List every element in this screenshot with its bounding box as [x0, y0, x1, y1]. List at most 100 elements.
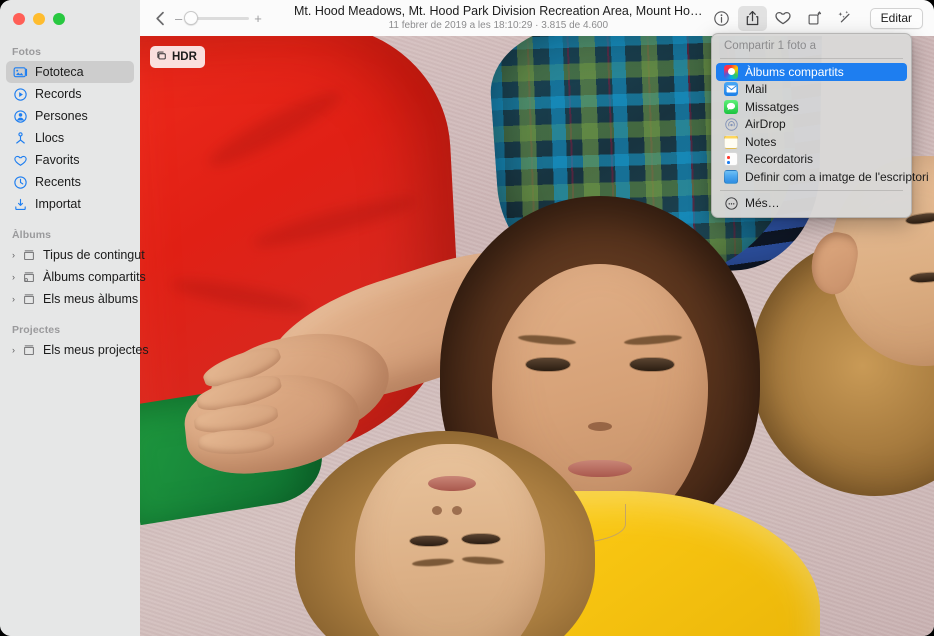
photo-eye [462, 534, 500, 544]
menu-item-label: Àlbums compartits [745, 64, 844, 79]
hdr-layers-icon [156, 50, 168, 65]
zoom-button[interactable] [53, 13, 65, 25]
info-button[interactable] [707, 6, 736, 31]
photo-eye [526, 358, 570, 371]
toolbar-left-group: – + [140, 11, 290, 26]
favorite-button[interactable] [769, 6, 798, 31]
minimize-button[interactable] [33, 13, 45, 25]
photo-nose [588, 422, 612, 431]
menu-item-airdrop[interactable]: AirDrop [716, 116, 907, 134]
menu-separator [720, 189, 903, 191]
share-menu-title: Compartir 1 foto a [724, 40, 817, 52]
sidebar-section-fotos-header: Fotos [12, 46, 42, 58]
sidebar-item-tipus-de-contingut[interactable]: › Tipus de contingut [6, 244, 145, 266]
window-traffic-lights [13, 13, 65, 25]
airdrop-icon [724, 117, 738, 131]
sidebar-item-label: Àlbums compartits [43, 270, 146, 284]
menu-item-albums-compartits[interactable]: Àlbums compartits [716, 63, 907, 81]
menu-item-label: AirDrop [745, 117, 786, 132]
sidebar-item-fototeca[interactable]: Fototeca [6, 61, 134, 83]
sidebar-section-projectes-header: Projectes [12, 324, 61, 336]
menu-item-mes[interactable]: Més… [716, 195, 907, 213]
folder-icon [20, 342, 37, 359]
toolbar-right-group: Editar [707, 5, 934, 31]
back-button[interactable] [155, 11, 166, 26]
rotate-button[interactable] [800, 6, 829, 31]
photo-nose [452, 506, 462, 515]
folder-icon [20, 247, 37, 264]
sidebar-item-label: Records [35, 87, 82, 101]
photo-eye [410, 536, 448, 546]
clock-icon [12, 174, 29, 191]
menu-item-label: Definir com a imatge de l'escriptori [745, 169, 929, 184]
hdr-badge-label: HDR [172, 51, 197, 63]
toolbar-title-block: Mt. Hood Meadows, Mt. Hood Park Division… [290, 4, 707, 32]
chevron-right-icon[interactable]: › [8, 250, 19, 260]
menu-item-mail[interactable]: Mail [716, 81, 907, 99]
menu-item-definir-imatge-escriptori[interactable]: Definir com a imatge de l'escriptori [716, 168, 929, 186]
sidebar-item-label: Els meus àlbums [43, 292, 139, 306]
sidebar-section-albums-header: Àlbums [12, 229, 52, 241]
photos-app-window: Fotos Fototeca Records Persones Llocs Fa… [0, 0, 934, 636]
photo-nose [432, 506, 442, 515]
zoom-slider[interactable]: – + [175, 11, 262, 25]
menu-item-notes[interactable]: Notes [716, 133, 907, 151]
mail-app-icon [724, 82, 738, 97]
sidebar-scroll[interactable]: Fotos Fototeca Records Persones Llocs Fa… [0, 40, 149, 636]
menu-separator [720, 58, 903, 59]
sidebar-item-llocs[interactable]: Llocs [6, 127, 134, 149]
heart-icon [12, 152, 29, 169]
sidebar-item-label: Fototeca [35, 65, 84, 79]
zoom-out-label[interactable]: – [175, 12, 182, 25]
sidebar-item-albums-compartits[interactable]: › Àlbums compartits [6, 266, 146, 288]
menu-item-label: Notes [745, 134, 777, 149]
photo-metadata-subtitle: 11 febrer de 2019 a les 18:10:29 · 3.815… [388, 20, 609, 31]
share-button[interactable] [737, 5, 767, 31]
photos-library-icon [12, 64, 29, 81]
sidebar-item-persones[interactable]: Persones [6, 105, 134, 127]
share-menu-popup[interactable]: Compartir 1 foto a Àlbums compartits Mai… [711, 33, 929, 218]
sidebar-item-els-meus-albums[interactable]: › Els meus àlbums [6, 288, 138, 310]
photos-app-icon [724, 64, 738, 79]
toolbar: – + Mt. Hood Meadows, Mt. Hood Park Divi… [140, 0, 934, 36]
chevron-right-icon[interactable]: › [8, 272, 19, 282]
folder-icon [20, 291, 37, 308]
chevron-right-icon[interactable]: › [8, 345, 19, 355]
reminders-app-icon [724, 152, 738, 167]
menu-item-recordatoris[interactable]: Recordatoris [716, 151, 907, 169]
sidebar-item-label: Favorits [35, 153, 80, 167]
zoom-in-label[interactable]: + [254, 12, 262, 25]
sidebar-item-label: Tipus de contingut [43, 248, 145, 262]
sidebar-item-els-meus-projectes[interactable]: › Els meus projectes [6, 339, 149, 361]
memories-icon [12, 86, 29, 103]
notes-app-icon [724, 134, 738, 149]
hdr-badge: HDR [150, 46, 205, 68]
photo-lips [428, 476, 476, 491]
sidebar: Fotos Fototeca Records Persones Llocs Fa… [0, 0, 149, 636]
sidebar-item-label: Importat [35, 197, 81, 211]
chevron-right-icon[interactable]: › [8, 294, 19, 304]
messages-app-icon [724, 99, 738, 114]
zoom-slider-track[interactable] [184, 11, 250, 25]
shared-folder-icon [20, 269, 37, 286]
menu-item-label: Missatges [745, 99, 800, 114]
magic-wand-icon[interactable] [831, 6, 860, 31]
more-circle-icon [724, 196, 738, 210]
close-button[interactable] [13, 13, 25, 25]
sidebar-item-recents[interactable]: Recents [6, 171, 134, 193]
sidebar-item-records[interactable]: Records [6, 83, 134, 105]
menu-item-missatges[interactable]: Missatges [716, 98, 907, 116]
photo-eye [630, 358, 674, 371]
desktop-image-icon [724, 169, 738, 184]
sidebar-item-label: Els meus projectes [43, 343, 149, 357]
menu-item-label: Recordatoris [745, 152, 814, 167]
menu-item-label: Mail [745, 82, 768, 97]
import-icon [12, 196, 29, 213]
edit-button[interactable]: Editar [869, 7, 923, 29]
sidebar-item-importat[interactable]: Importat [6, 193, 134, 215]
sidebar-item-label: Llocs [35, 131, 65, 145]
sidebar-item-favorits[interactable]: Favorits [6, 149, 134, 171]
zoom-slider-thumb[interactable] [184, 11, 199, 25]
page-title: Mt. Hood Meadows, Mt. Hood Park Division… [294, 4, 703, 18]
photo-lips [568, 460, 632, 477]
